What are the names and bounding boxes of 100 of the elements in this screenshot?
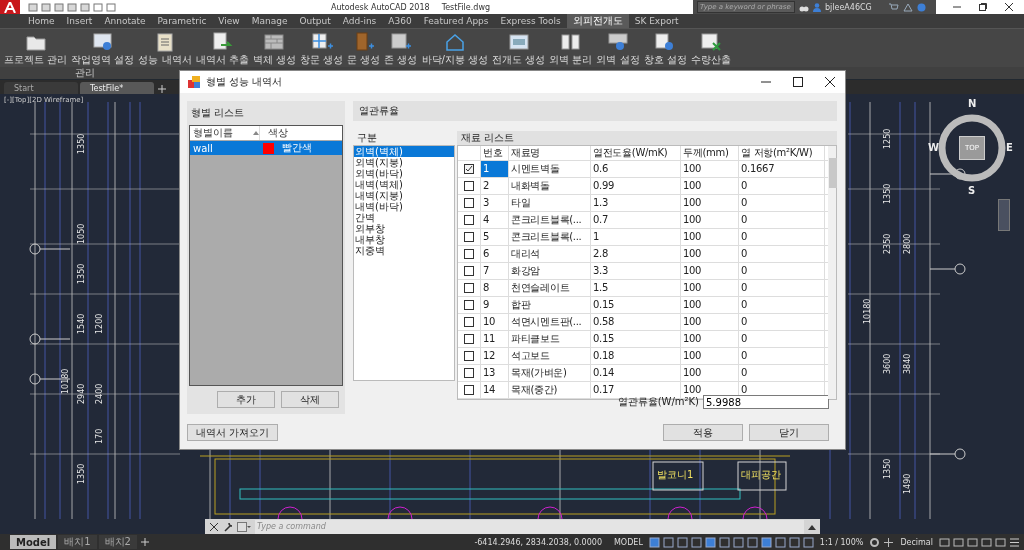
- wrench-icon[interactable]: [223, 521, 233, 532]
- checkbox[interactable]: [464, 317, 474, 327]
- u-value-field[interactable]: 5.9988: [703, 395, 829, 409]
- ribbon-tab[interactable]: Express Tools: [494, 14, 567, 28]
- category-item[interactable]: 외벽(바닥): [354, 168, 454, 179]
- compass-label[interactable]: W: [928, 142, 940, 154]
- category-item[interactable]: 내벽(벽체): [354, 179, 454, 190]
- layout-tab[interactable]: Model: [10, 535, 57, 549]
- checkbox[interactable]: [464, 232, 474, 242]
- ribbon-button[interactable]: 외벽 설정: [596, 32, 640, 67]
- checkbox[interactable]: [464, 215, 474, 225]
- checkbox[interactable]: [464, 198, 474, 208]
- command-field[interactable]: Type a command: [255, 519, 804, 534]
- cart-icon[interactable]: [889, 2, 899, 12]
- units-dropdown[interactable]: Decimal: [897, 537, 936, 547]
- sort-ascending-icon: [253, 131, 259, 135]
- checkbox[interactable]: [464, 283, 474, 293]
- ribbon-tab[interactable]: A360: [382, 14, 418, 28]
- checkbox[interactable]: [464, 385, 474, 395]
- column-header[interactable]: 재료명: [509, 146, 591, 160]
- checkbox[interactable]: [464, 300, 474, 310]
- ribbon-tab[interactable]: Featured Apps: [417, 14, 495, 28]
- ribbon-tab[interactable]: 외피전개도: [566, 14, 629, 28]
- ribbon-button[interactable]: 내역서 추출: [195, 32, 249, 67]
- category-item[interactable]: 외벽(벽체): [354, 146, 454, 157]
- column-header[interactable]: 색상: [259, 126, 288, 140]
- ribbon-tab[interactable]: Insert: [60, 14, 99, 28]
- ribbon-button[interactable]: 벽체 생성: [252, 32, 296, 67]
- menu-icon[interactable]: [1009, 536, 1020, 548]
- type-row[interactable]: wall 빨간색: [190, 141, 342, 155]
- checkbox[interactable]: [464, 368, 474, 378]
- ribbon-tab[interactable]: SK Export: [628, 14, 685, 28]
- ribbon-button[interactable]: 성능 내역서: [138, 32, 192, 67]
- layout-tab[interactable]: 배치2: [98, 535, 137, 549]
- category-item[interactable]: 내부창: [354, 234, 454, 245]
- checkbox[interactable]: [464, 266, 474, 276]
- compass-label[interactable]: N: [968, 98, 977, 110]
- dimension-text: 2800: [903, 233, 912, 254]
- list-action-button[interactable]: 추가: [217, 391, 275, 408]
- user-name[interactable]: bjleeA46CG: [825, 2, 885, 12]
- restore-icon[interactable]: [978, 2, 988, 12]
- ribbon-button[interactable]: 존 생성: [384, 32, 418, 67]
- file-tab[interactable]: Start: [4, 82, 78, 94]
- checkbox[interactable]: [464, 164, 474, 174]
- ribbon-tab[interactable]: Parametric: [151, 14, 213, 28]
- table-cell: 1: [591, 229, 681, 245]
- ribbon-button[interactable]: 창호 설정: [643, 32, 687, 67]
- ribbon-button[interactable]: 외벽 분리: [549, 32, 593, 67]
- dialog-button[interactable]: 적용: [663, 424, 743, 441]
- category-item[interactable]: 외부창: [354, 223, 454, 234]
- compass-label[interactable]: S: [968, 185, 976, 197]
- ribbon-button[interactable]: 문 생성: [347, 32, 381, 67]
- ribbon-button[interactable]: 전개도 생성: [492, 32, 546, 67]
- category-item[interactable]: 간벽: [354, 212, 454, 223]
- category-item[interactable]: 내벽(지붕): [354, 190, 454, 201]
- close-icon[interactable]: [209, 521, 219, 532]
- ribbon-tab[interactable]: Output: [293, 14, 337, 28]
- file-tab[interactable]: TestFile*: [80, 82, 154, 94]
- checkbox[interactable]: [464, 334, 474, 344]
- dialog-button[interactable]: 닫기: [749, 424, 829, 441]
- category-item[interactable]: 내벽(바닥): [354, 201, 454, 212]
- column-header[interactable]: 형별이름: [190, 126, 253, 140]
- ribbon-button[interactable]: 작업영역 설정: [71, 32, 135, 67]
- annotation-scale-button[interactable]: 1:1 / 100%: [816, 537, 867, 547]
- coordinates-readout: -6414.2946, 2834.2038, 0.0000: [473, 537, 603, 547]
- checkbox[interactable]: [464, 351, 474, 361]
- spreadsheet-icon: [699, 32, 722, 52]
- close-icon[interactable]: [1004, 2, 1014, 12]
- ribbon-tab[interactable]: Annotate: [98, 14, 152, 28]
- plus-icon[interactable]: [883, 536, 895, 548]
- ribbon-tab[interactable]: View: [212, 14, 246, 28]
- ribbon-button[interactable]: 창문 생성: [299, 32, 344, 67]
- column-header[interactable]: 두께(mm): [681, 146, 739, 160]
- scrollbar[interactable]: [828, 146, 836, 399]
- new-tab-plus-icon[interactable]: [156, 84, 168, 94]
- ribbon-tab[interactable]: Add-ins: [336, 14, 383, 28]
- list-action-button[interactable]: 삭제: [281, 391, 339, 408]
- category-item[interactable]: 지중벽: [354, 245, 454, 256]
- ribbon-tab[interactable]: Manage: [245, 14, 294, 28]
- column-header[interactable]: 번호: [481, 146, 509, 160]
- layout-tab[interactable]: 배치1: [58, 535, 97, 549]
- category-item[interactable]: 외벽(지붕): [354, 157, 454, 168]
- ribbon-tab[interactable]: Home: [22, 14, 61, 28]
- caret-up-icon[interactable]: [808, 523, 816, 530]
- close-icon[interactable]: [825, 77, 835, 87]
- column-header[interactable]: 열전도율(W/mK): [591, 146, 681, 160]
- import-button[interactable]: 내역서 가져오기: [187, 424, 279, 441]
- maximize-icon[interactable]: [793, 77, 803, 87]
- checkbox[interactable]: [464, 249, 474, 259]
- table-cell: 0.17: [591, 382, 681, 398]
- column-header[interactable]: 열 저항(m²K/W): [739, 146, 825, 160]
- compass-label[interactable]: E: [1006, 142, 1013, 154]
- dimension-text: 1050: [77, 223, 86, 244]
- add-layout-plus-icon[interactable]: [138, 537, 151, 547]
- ribbon-button[interactable]: 바닥/지붕 생성: [421, 32, 489, 67]
- ribbon-button[interactable]: 프로젝트 관리: [4, 32, 68, 67]
- ribbon-button[interactable]: 수량산출: [690, 32, 731, 67]
- checkbox[interactable]: [464, 181, 474, 191]
- model-space-button[interactable]: MODEL: [610, 537, 646, 547]
- app-menu-button[interactable]: [0, 0, 20, 14]
